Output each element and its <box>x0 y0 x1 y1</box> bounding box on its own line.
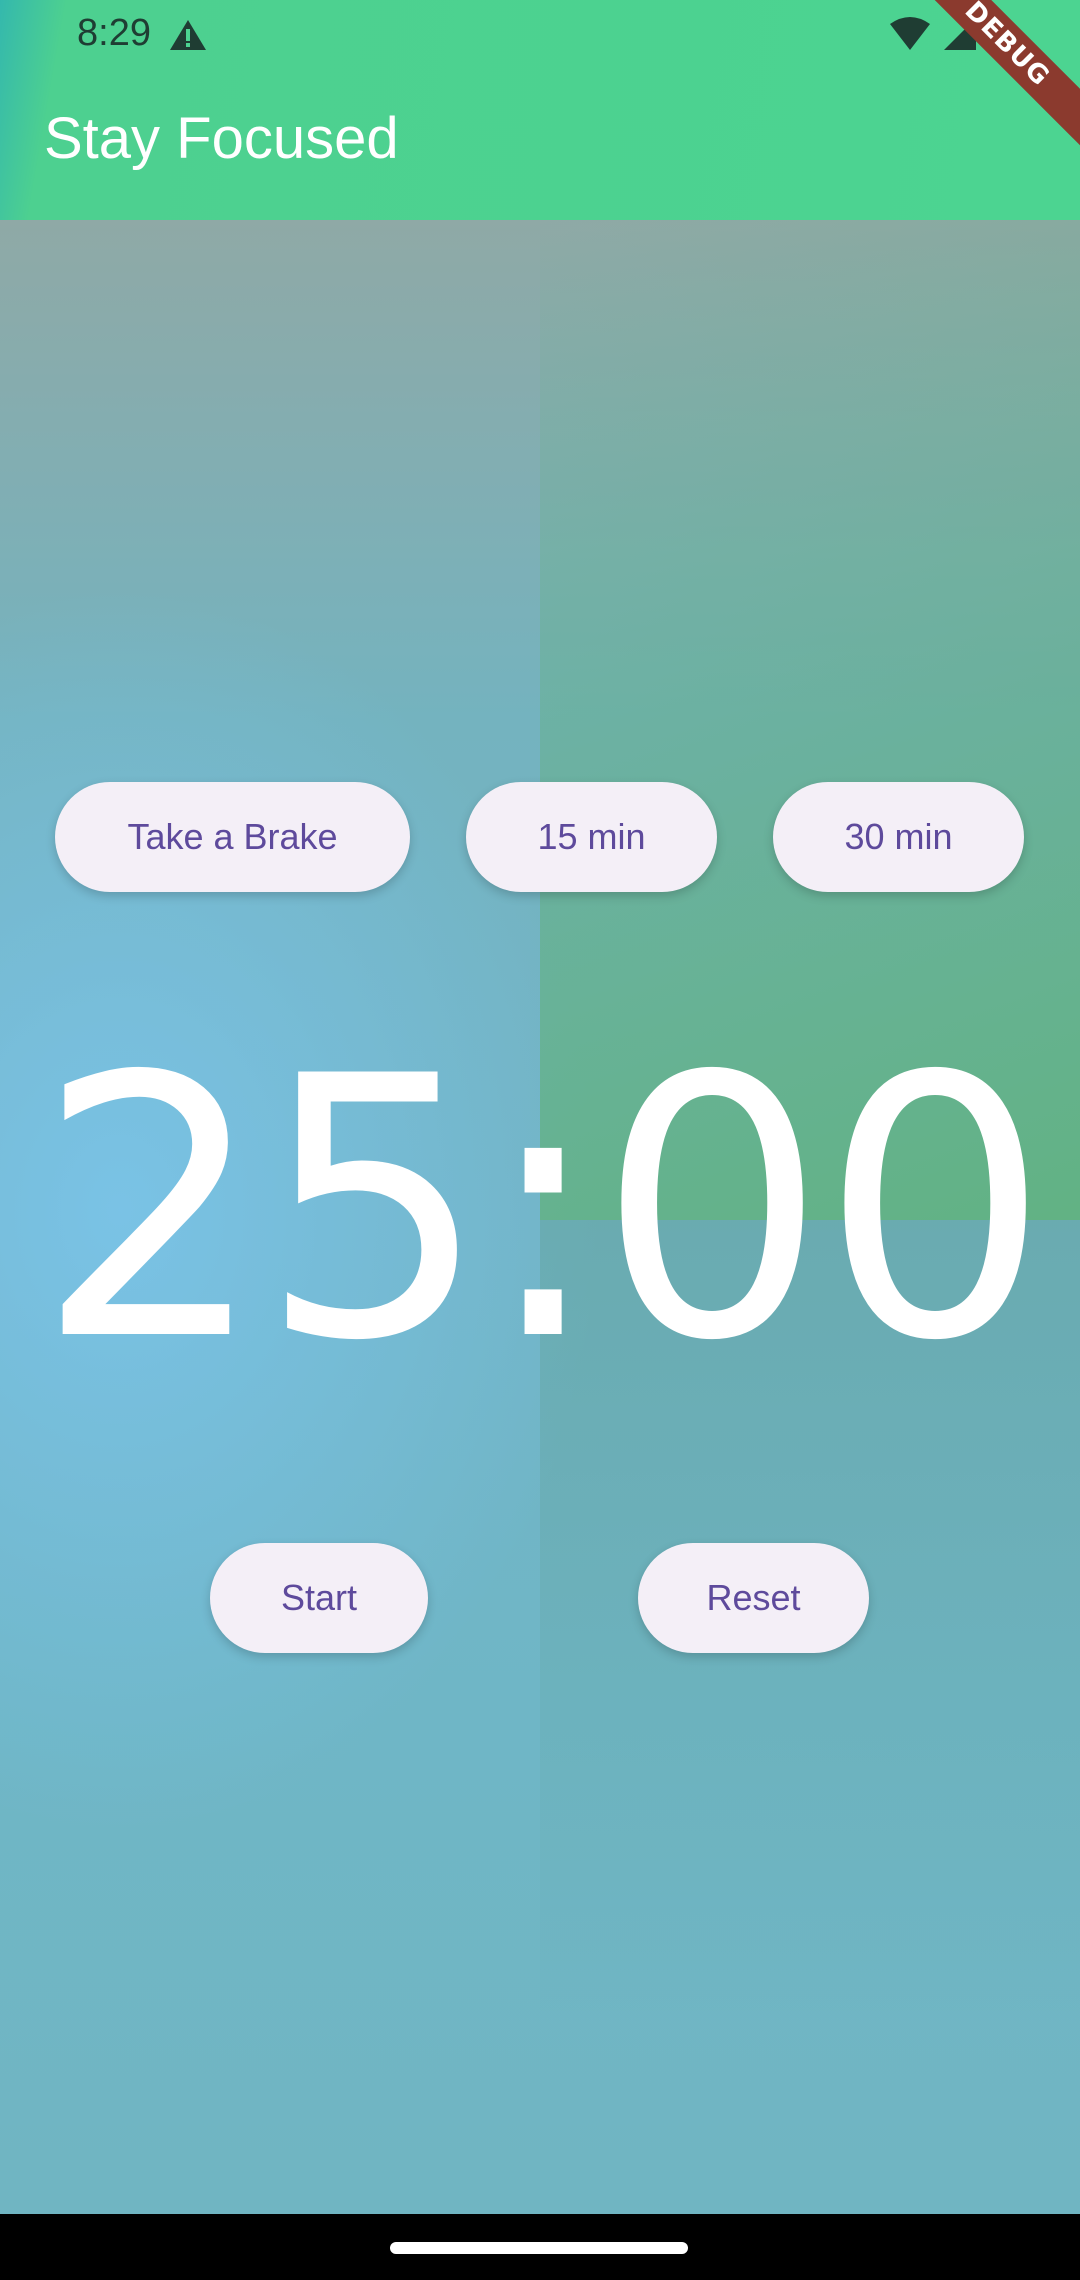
navigation-bar <box>0 2214 1080 2280</box>
start-button[interactable]: Start <box>210 1543 428 1653</box>
fifteen-min-button[interactable]: 15 min <box>466 782 717 892</box>
timer-display: 25:00 <box>36 1000 1049 1419</box>
wifi-icon <box>890 17 930 50</box>
take-a-break-button[interactable]: Take a Brake <box>55 782 410 892</box>
thirty-min-button[interactable]: 30 min <box>773 782 1024 892</box>
warning-triangle-icon <box>170 20 206 50</box>
reset-button[interactable]: Reset <box>638 1543 869 1653</box>
home-gesture-handle[interactable] <box>390 2242 688 2254</box>
page-title: Stay Focused <box>44 106 399 171</box>
app-header: 8:29 DEBUG Stay Focused <box>0 0 1080 220</box>
status-time: 8:29 <box>77 12 151 54</box>
